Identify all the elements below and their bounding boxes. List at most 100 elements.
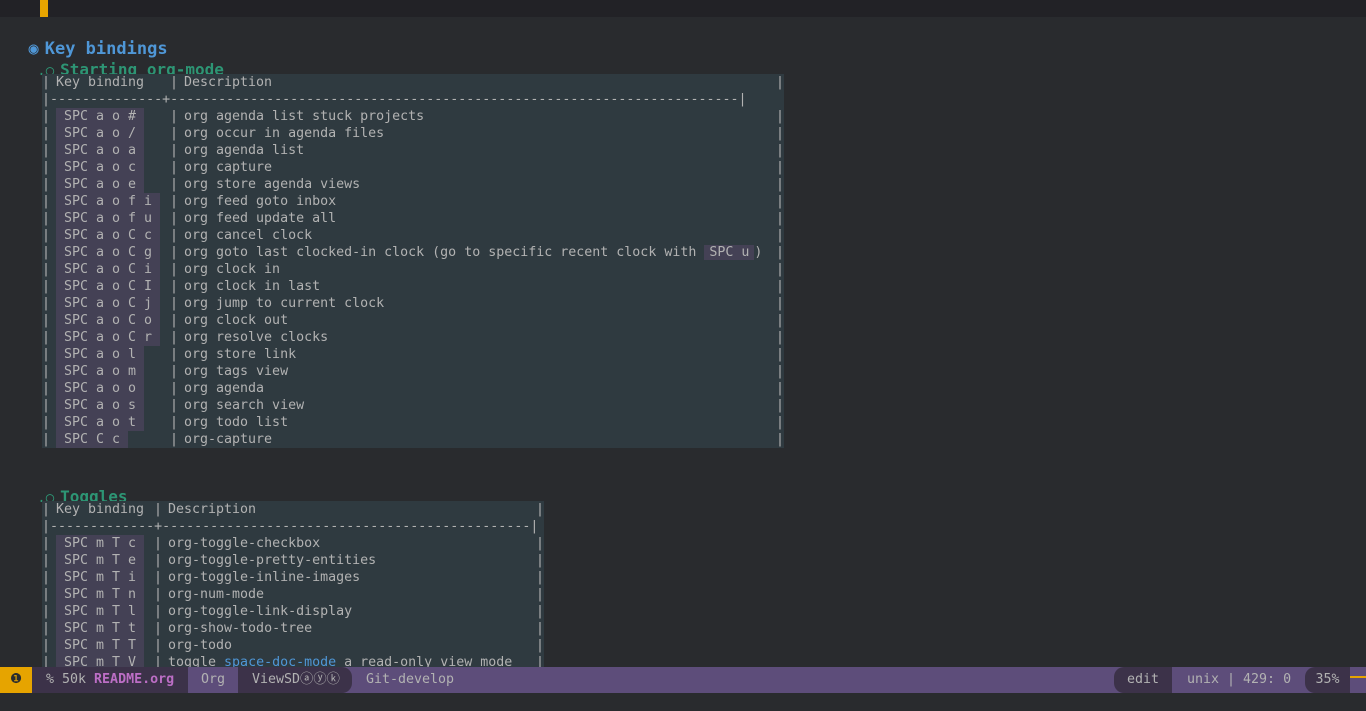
table-pipe: |	[170, 381, 179, 396]
key-binding[interactable]: SPC a o C j	[56, 295, 161, 312]
key-binding[interactable]: SPC a o o	[56, 380, 145, 397]
table-pipe: |	[776, 364, 785, 379]
key-binding[interactable]: SPC a o a	[56, 142, 145, 159]
description-cell: org-capture	[184, 431, 272, 448]
key-binding[interactable]: SPC a o C i	[56, 261, 161, 278]
description-text: org capture	[184, 160, 273, 175]
table-pipe: |	[42, 621, 51, 636]
key-binding[interactable]: SPC a o e	[56, 176, 145, 193]
table-row: | | | SPC a o C j org jump to current clock	[42, 295, 784, 312]
description-text: org resolve clocks	[184, 330, 329, 345]
key-binding-cell: SPC a o C g	[56, 244, 161, 261]
table-pipe: |	[170, 160, 179, 175]
table-pipe: |	[776, 194, 785, 209]
table-pipe: |	[170, 126, 179, 141]
description-text: org goto last clocked-in clock (go to sp…	[184, 245, 697, 260]
key-binding[interactable]: SPC a o C r	[56, 329, 161, 346]
key-binding[interactable]: SPC a o f i	[56, 193, 161, 210]
key-binding[interactable]: SPC m T e	[56, 552, 145, 569]
heading-starting-org-mode[interactable]: .○ Starting org-mode	[18, 37, 224, 79]
description-cell: org agenda list	[184, 142, 304, 159]
table-pipe: |	[776, 381, 785, 396]
table-row: | | | SPC m T c org-toggle-checkbox	[42, 535, 544, 552]
key-binding[interactable]: SPC m T T	[56, 637, 145, 654]
key-binding[interactable]: SPC a o t	[56, 414, 145, 431]
description-cell: org store agenda views	[184, 176, 360, 193]
key-binding[interactable]: SPC C c	[56, 431, 129, 448]
table-pipe: |	[42, 177, 51, 192]
key-binding-cell: SPC a o f i	[56, 193, 161, 210]
table-row: | | | SPC a o s org search view	[42, 397, 784, 414]
key-binding-cell: SPC a o l	[56, 346, 145, 363]
key-binding-cell: SPC m T e	[56, 552, 145, 569]
heading-key-bindings[interactable]: ◉ Key bindings	[8, 16, 167, 59]
description-text: org jump to current clock	[184, 296, 385, 311]
minor-modes[interactable]: ViewSDⓐⓨⓚ	[238, 667, 352, 693]
description-cell: org occur in agenda files	[184, 125, 384, 142]
key-binding[interactable]: SPC m T t	[56, 620, 145, 637]
description-text: org feed goto inbox	[184, 194, 337, 209]
table-row: | | | SPC a o t org todo list	[42, 414, 784, 431]
key-binding[interactable]: SPC a o C g	[56, 244, 161, 261]
table-pipe: |	[536, 536, 544, 551]
table-separator-row: |--------------+------------------------…	[42, 91, 784, 108]
description-cell: org todo list	[184, 414, 288, 431]
top-fringe	[0, 0, 1366, 17]
key-binding[interactable]: SPC m T i	[56, 569, 145, 586]
key-binding[interactable]: SPC a o C c	[56, 227, 161, 244]
table-pipe: |	[170, 109, 179, 124]
header-key-binding: Key binding	[56, 75, 145, 90]
buffer-filename: README.org	[94, 672, 175, 687]
key-binding-cell: SPC a o m	[56, 363, 145, 380]
key-binding[interactable]: SPC a o s	[56, 397, 145, 414]
key-binding[interactable]: SPC a o f u	[56, 210, 161, 227]
table-pipe: |	[536, 570, 544, 585]
description-text: org todo list	[184, 415, 289, 430]
description-text-after: a read-only view mode	[336, 655, 513, 667]
vcs-branch[interactable]: Git-develop	[366, 667, 454, 693]
key-binding[interactable]: SPC a o #	[56, 108, 145, 125]
key-binding-cell: SPC a o c	[56, 159, 145, 176]
key-binding-cell: SPC C c	[56, 431, 129, 448]
space-doc-mode-link[interactable]: space-doc-mode	[224, 655, 336, 667]
description-cell: org-show-todo-tree	[168, 620, 312, 637]
key-binding[interactable]: SPC a o m	[56, 363, 145, 380]
description-text: org occur in agenda files	[184, 126, 385, 141]
table-pipe: |	[42, 364, 51, 379]
description-cell: org cancel clock	[184, 227, 312, 244]
table-separator: |--------------+------------------------…	[42, 92, 747, 107]
key-binding[interactable]: SPC m T c	[56, 535, 145, 552]
key-binding[interactable]: SPC m T n	[56, 586, 145, 603]
key-binding-cell: SPC m T c	[56, 535, 145, 552]
key-binding[interactable]: SPC a o C o	[56, 312, 161, 329]
starting-org-mode-table: | | | Key binding Description |--------------…	[42, 74, 784, 448]
table-pipe: |	[536, 604, 544, 619]
major-mode[interactable]: Org	[188, 667, 238, 693]
key-binding-cell: SPC a o C c	[56, 227, 161, 244]
table-pipe: |	[776, 211, 785, 226]
description-text: org clock in	[184, 262, 281, 277]
table-pipe: |	[42, 553, 51, 568]
key-binding-cell: SPC m T i	[56, 569, 145, 586]
description-text: org search view	[184, 398, 305, 413]
description-cell: org agenda	[184, 380, 264, 397]
key-binding[interactable]: SPC m T V	[56, 654, 145, 667]
key-binding[interactable]: SPC a o l	[56, 346, 145, 363]
key-binding-cell: SPC m T t	[56, 620, 145, 637]
table-pipe: |	[42, 75, 51, 90]
key-binding[interactable]: SPC a o c	[56, 159, 145, 176]
table-pipe: |	[154, 553, 163, 568]
description-text: org-num-mode	[168, 587, 265, 602]
key-binding[interactable]: SPC m T l	[56, 603, 145, 620]
description-cell: org-num-mode	[168, 586, 264, 603]
heading-toggles[interactable]: .○ Toggles	[18, 464, 127, 506]
key-binding[interactable]: SPC a o /	[56, 125, 145, 142]
table-pipe: |	[776, 262, 785, 277]
table-pipe: |	[154, 621, 163, 636]
key-binding[interactable]: SPC a o C I	[56, 278, 161, 295]
description-cell: org-toggle-checkbox	[168, 535, 320, 552]
description-text: org store agenda views	[184, 177, 361, 192]
description-cell: org goto last clocked-in clock (go to sp…	[184, 244, 762, 261]
buffer-info[interactable]: % 50k README.org	[32, 667, 188, 693]
inline-key-binding[interactable]: SPC u	[704, 245, 755, 260]
